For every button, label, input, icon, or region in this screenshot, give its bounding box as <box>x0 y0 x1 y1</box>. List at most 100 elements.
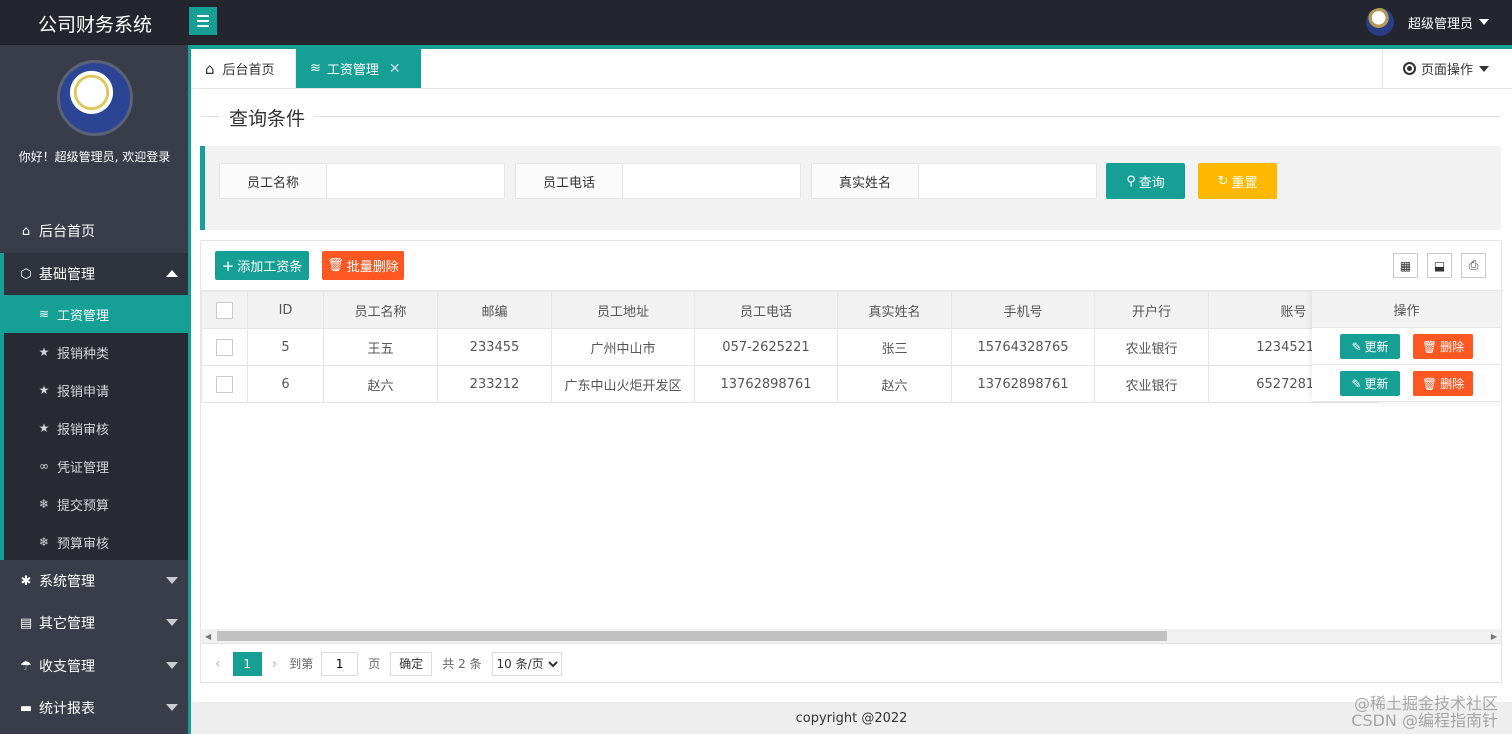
home-icon: ⌂ <box>205 59 215 78</box>
page-size-select[interactable]: 10 条/页 <box>491 651 562 676</box>
page-current[interactable]: 1 <box>232 651 262 676</box>
table-cell: 057-2625221 <box>694 328 838 366</box>
sidebar-subitem-expense-review[interactable]: ★ 报销审核 <box>4 409 188 447</box>
search-icon: ⚲ <box>1126 173 1136 189</box>
edit-icon: ✎ <box>1351 339 1362 354</box>
table-cell: 农业银行 <box>1094 365 1209 403</box>
operations-header: 操作 <box>1312 291 1501 328</box>
chevron-down-icon <box>1479 65 1490 72</box>
user-menu[interactable]: 超级管理员 <box>1366 6 1490 38</box>
sidebar-item-basic[interactable]: ⬡ 基础管理 <box>0 253 188 295</box>
menu-toggle-button[interactable] <box>189 7 217 35</box>
page-confirm-button[interactable]: 确定 <box>390 651 433 676</box>
sidebar-item-reports[interactable]: ▬ 统计报表 <box>0 687 188 729</box>
chevron-down-icon <box>166 577 178 584</box>
scrollbar-thumb[interactable] <box>217 631 1167 641</box>
columns-filter-icon[interactable]: ▦ <box>1393 253 1418 278</box>
update-button[interactable]: ✎ 更新 <box>1340 371 1400 396</box>
employee-name-input[interactable] <box>327 164 504 198</box>
delete-label: 删除 <box>1440 377 1465 391</box>
sidebar-item-label: 后台首页 <box>39 224 95 240</box>
divider <box>201 116 219 117</box>
update-label: 更新 <box>1364 340 1389 354</box>
update-button[interactable]: ✎ 更新 <box>1340 334 1400 359</box>
print-icon[interactable]: ⎙ <box>1461 253 1486 278</box>
prev-page-icon[interactable]: ‹ <box>215 656 221 672</box>
export-icon[interactable]: ⬓ <box>1427 253 1452 278</box>
column-header[interactable]: 手机号 <box>951 291 1095 329</box>
sidebar-subitem-expense-types[interactable]: ★ 报销种类 <box>4 333 188 371</box>
sidebar-item-other[interactable]: ▤ 其它管理 <box>0 602 188 644</box>
employee-phone-field: 员工电话 <box>515 163 801 199</box>
column-header[interactable]: 员工名称 <box>323 291 438 329</box>
sidebar-subitem-expense-apply[interactable]: ★ 报销申请 <box>4 371 188 409</box>
delete-button[interactable]: 🗑 删除 <box>1413 371 1473 396</box>
footer: copyright @2022 <box>191 702 1512 734</box>
trash-icon: 🗑 <box>1421 376 1438 391</box>
reset-button[interactable]: ↻ 重置 <box>1198 163 1277 199</box>
user-name: 超级管理员 <box>1408 16 1474 32</box>
trash-icon: 🗑 <box>1421 339 1438 354</box>
total-count: 共 2 条 <box>442 657 482 671</box>
table-row[interactable]: 6 赵六 233212 广东中山火炬开发区 13762898761 赵六 137… <box>201 365 1379 403</box>
operations-row: ✎ 更新 🗑 删除 <box>1312 365 1501 402</box>
column-header[interactable]: 真实姓名 <box>837 291 952 329</box>
real-name-input[interactable] <box>919 164 1096 198</box>
plus-icon: + <box>221 256 235 275</box>
row-checkbox[interactable] <box>216 338 233 356</box>
snowflake-icon: ❄ <box>38 535 50 549</box>
scroll-right-icon[interactable]: ▶ <box>1491 632 1497 641</box>
sidebar-subitem-salary[interactable]: ≋ 工资管理 <box>4 295 188 333</box>
column-header[interactable]: 开户行 <box>1094 291 1209 329</box>
layers-icon: ≋ <box>38 307 50 321</box>
sidebar-item-label: 基础管理 <box>39 267 95 283</box>
select-all-checkbox[interactable] <box>216 301 233 319</box>
sidebar-avatar <box>57 60 133 136</box>
row-checkbox[interactable] <box>216 375 233 393</box>
table-cell: 233212 <box>437 365 552 403</box>
table-cell: 王五 <box>323 328 438 366</box>
sidebar-item-home[interactable]: ⌂ 后台首页 <box>0 210 188 252</box>
tab-home[interactable]: ⌂ 后台首页 <box>191 49 296 88</box>
star-icon: ★ <box>38 383 50 397</box>
close-icon[interactable]: ✕ <box>389 61 401 77</box>
column-header[interactable]: 员工电话 <box>694 291 838 329</box>
employee-name-field: 员工名称 <box>219 163 505 199</box>
table-cell: 13762898761 <box>951 365 1095 403</box>
sidebar-item-system[interactable]: ✱ 系统管理 <box>0 560 188 602</box>
select-cell <box>201 328 248 366</box>
umbrella-icon: ☂ <box>20 658 32 674</box>
sidebar-subitem-vouchers[interactable]: ∞ 凭证管理 <box>4 447 188 485</box>
pagination: ‹ 1 › 到第 页 确定 共 2 条 10 条/页 <box>201 643 1501 683</box>
sidebar-item-label: 系统管理 <box>39 574 95 590</box>
column-header[interactable]: 邮编 <box>437 291 552 329</box>
chevron-down-icon <box>166 704 178 711</box>
sidebar-subitem-submit-budget[interactable]: ❄ 提交预算 <box>4 485 188 523</box>
sidebar-item-label: 预算审核 <box>57 536 110 552</box>
page-number-input[interactable] <box>321 651 359 676</box>
scroll-left-icon[interactable]: ◀ <box>205 632 211 641</box>
delete-button[interactable]: 🗑 删除 <box>1413 334 1473 359</box>
target-icon <box>1403 62 1416 75</box>
search-button[interactable]: ⚲ 查询 <box>1106 163 1185 199</box>
column-header[interactable]: ID <box>247 291 324 329</box>
column-header[interactable]: 员工地址 <box>551 291 695 329</box>
field-label: 真实姓名 <box>812 164 919 198</box>
next-page-icon[interactable]: › <box>272 656 278 672</box>
operations-row: ✎ 更新 🗑 删除 <box>1312 328 1501 365</box>
table-row[interactable]: 5 王五 233455 广州中山市 057-2625221 张三 1576432… <box>201 328 1379 366</box>
submenu-basic: ≋ 工资管理 ★ 报销种类 ★ 报销申请 ★ 报销审核 ∞ 凭证管理 ❄ 提交预… <box>0 295 188 560</box>
sidebar-item-label: 其它管理 <box>39 616 95 632</box>
employee-phone-input[interactable] <box>623 164 800 198</box>
trash-icon: 🗑 <box>327 258 344 273</box>
tab-salary[interactable]: ≋ 工资管理 ✕ <box>296 49 421 88</box>
add-salary-button[interactable]: + 添加工资条 <box>215 251 309 280</box>
sidebar-item-income[interactable]: ☂ 收支管理 <box>0 645 188 687</box>
select-cell <box>201 365 248 403</box>
horizontal-scrollbar[interactable]: ◀ ▶ <box>201 629 1501 643</box>
page-operations-dropdown[interactable]: 页面操作 <box>1382 49 1512 88</box>
sidebar-item-label: 收支管理 <box>39 659 95 675</box>
sidebar-subitem-budget-review[interactable]: ❄ 预算审核 <box>4 523 188 561</box>
avatar <box>1366 8 1394 36</box>
batch-delete-button[interactable]: 🗑 批量删除 <box>322 251 404 280</box>
